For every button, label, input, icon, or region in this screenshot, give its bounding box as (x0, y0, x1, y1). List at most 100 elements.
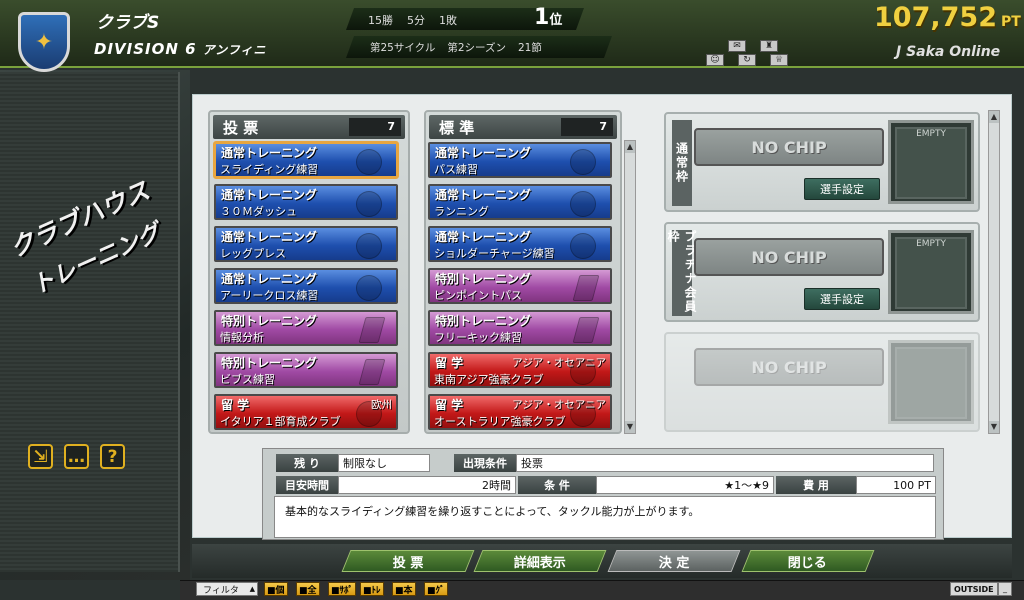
scroll-down-icon[interactable]: ▼ (989, 421, 999, 433)
remaining-value: 制限なし (338, 454, 430, 472)
card-name: 情報分析 (220, 331, 264, 344)
outside-button[interactable]: OUTSIDE (950, 582, 998, 596)
vote-training-card[interactable]: 通常トレーニング レッグプレス (214, 226, 398, 262)
card-category: 特別トレーニング (435, 272, 532, 286)
card-category: 通常トレーニング (221, 230, 318, 244)
player-card-slot[interactable]: EMPTY (888, 120, 974, 204)
card-name: レッグプレス (220, 247, 286, 260)
player-setting-button[interactable]: 選手設定 (804, 288, 880, 310)
time-label: 目安時間 (276, 476, 338, 494)
time-row: 目安時間 2時間 (276, 476, 516, 494)
trophy-icon[interactable]: ♕ (770, 54, 788, 66)
standard-count: 7 (561, 118, 613, 136)
card-name: イタリア１部育成クラブ (220, 415, 341, 428)
cost-row: 費 用 100 PT (776, 476, 936, 494)
club-name: クラブS (96, 13, 160, 33)
filter-tab[interactable]: ■本 (392, 582, 416, 596)
soccer-ball-icon (356, 149, 382, 175)
help-icon[interactable]: ? (100, 444, 125, 469)
vote-training-card[interactable]: 特別トレーニング ビブス練習 (214, 352, 398, 388)
card-name: パス練習 (434, 163, 478, 176)
scroll-up-icon[interactable]: ▲ (989, 111, 999, 123)
filter-select[interactable]: フィルタ ▲ (196, 582, 258, 596)
card-category: 特別トレーニング (435, 314, 532, 328)
confirm-button[interactable]: 決 定 (607, 550, 741, 572)
exit-icon[interactable]: ⇲ (28, 444, 53, 469)
vote-column-header: 投 票7 (213, 115, 405, 139)
player-silhouette-icon: EMPTY (895, 237, 967, 309)
vote-button[interactable]: 投 票 (341, 550, 475, 572)
condition-value: 投票 (516, 454, 934, 472)
card-category: 特別トレーニング (221, 356, 318, 370)
card-region: アジア・オセアニア (512, 399, 606, 411)
card-category: 通常トレーニング (435, 230, 532, 244)
standard-training-card[interactable]: 特別トレーニング フリーキック練習 (428, 310, 612, 346)
minimize-icon[interactable]: _ (998, 582, 1012, 596)
team-icon[interactable]: ♜ (760, 40, 778, 52)
player-setting-button[interactable]: 選手設定 (804, 178, 880, 200)
close-button[interactable]: 閉じる (741, 550, 875, 572)
chat-icon[interactable]: … (64, 444, 89, 469)
card-name: アーリークロス練習 (220, 289, 319, 302)
league-rank: 1位 (534, 5, 563, 30)
card-name: 東南アジア強豪クラブ (434, 373, 544, 386)
scroll-down-icon[interactable]: ▼ (625, 421, 635, 433)
mail-icon[interactable]: ✉ (728, 40, 746, 52)
season-record: 15勝 5分 1敗 (368, 12, 457, 28)
standard-training-card[interactable]: 特別トレーニング ピンポイントパス (428, 268, 612, 304)
cycle-number: 第25サイクル (370, 42, 436, 54)
filter-tab[interactable]: ■ｸﾞ (424, 582, 448, 596)
standard-training-card[interactable]: 通常トレーニング ランニング (428, 184, 612, 220)
filter-tab[interactable]: ■ｻﾎﾟ (328, 582, 357, 596)
cone-icon (358, 359, 386, 385)
club-crest-icon: ✦ (18, 12, 70, 72)
condition-label: 出現条件 (454, 454, 516, 472)
filter-tab[interactable]: ■全 (296, 582, 320, 596)
cost-label: 費 用 (776, 476, 856, 494)
requirement-row: 条 件 ★1〜★9 (518, 476, 774, 494)
matchday: 21節 (518, 42, 542, 54)
cycle-info: 第25サイクル 第2シーズン 21節 (370, 40, 542, 55)
division-label: DIVISION 6 アンフィニ (94, 40, 267, 58)
slot-label: 通常枠 (672, 120, 692, 206)
refresh-icon[interactable]: ↻ (738, 54, 756, 66)
standard-training-card[interactable]: 留 学東南アジア強豪クラブ アジア・オセアニア (428, 352, 612, 388)
cone-icon (358, 317, 386, 343)
card-name: ショルダーチャージ練習 (434, 247, 555, 260)
dropdown-arrow-icon: ▲ (249, 585, 255, 593)
details-button[interactable]: 詳細表示 (473, 550, 607, 572)
vote-training-card[interactable]: 特別トレーニング 情報分析 (214, 310, 398, 346)
filter-tab[interactable]: ■ﾄﾚ (360, 582, 384, 596)
scroll-up-icon[interactable]: ▲ (625, 141, 635, 153)
card-name: オーストラリア強豪クラブ (434, 415, 566, 428)
vote-training-card[interactable]: 通常トレーニング ３０Ｍダッシュ (214, 184, 398, 220)
time-value: 2時間 (338, 476, 516, 494)
card-name: スライディング練習 (220, 163, 319, 176)
soccer-ball-icon (356, 275, 382, 301)
card-category: 通常トレーニング (221, 146, 318, 160)
season-number: 第2シーズン (447, 42, 506, 54)
wins: 15勝 (368, 14, 393, 27)
standard-training-card[interactable]: 通常トレーニングショルダーチャージ練習 (428, 226, 612, 262)
requirement-label: 条 件 (518, 476, 596, 494)
standard-scrollbar[interactable]: ▲ ▼ (624, 140, 636, 434)
card-category: 留 学 (435, 356, 464, 370)
vote-training-card[interactable]: 留 学イタリア１部育成クラブ 欧州 (214, 394, 398, 430)
vote-training-card[interactable]: 通常トレーニング スライディング練習 (213, 141, 399, 179)
chip-placeholder: NO CHIP (694, 128, 884, 166)
standard-training-card[interactable]: 留 学オーストラリア強豪クラブ アジア・オセアニア (428, 394, 612, 430)
filter-tab[interactable]: ■個 (264, 582, 288, 596)
chip-slot: プラチナ会員枠 NO CHIP 選手設定 EMPTY (664, 222, 980, 322)
card-name: ランニング (434, 205, 489, 218)
training-description: 基本的なスライディング練習を繰り返すことによって、タックル能力が上がります。 (274, 496, 936, 538)
cone-icon (572, 317, 600, 343)
card-category: 留 学 (435, 398, 464, 412)
slots-scrollbar[interactable]: ▲ ▼ (988, 110, 1000, 434)
standard-training-card[interactable]: 通常トレーニング パス練習 (428, 142, 612, 178)
cone-icon (572, 275, 600, 301)
player-card-slot[interactable]: EMPTY (888, 230, 974, 314)
card-name: ピンポイントパス (434, 289, 522, 302)
profile-icon[interactable]: ☺ (706, 54, 724, 66)
soccer-ball-icon (570, 233, 596, 259)
vote-training-card[interactable]: 通常トレーニング アーリークロス練習 (214, 268, 398, 304)
